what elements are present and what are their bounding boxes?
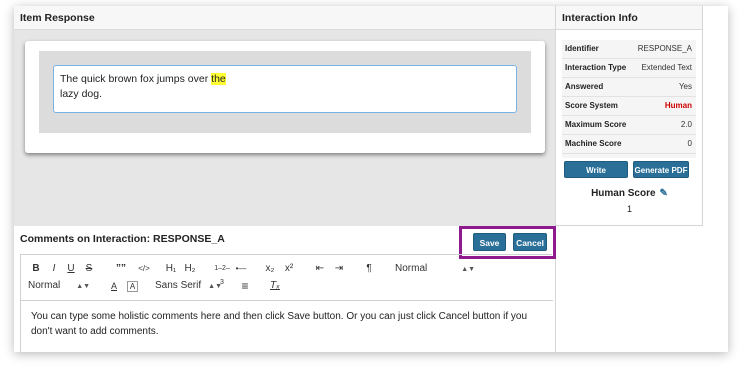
font-select-arrows-icon: ▲▼ bbox=[208, 283, 222, 290]
info-row-machine-score: Machine Score 0 bbox=[562, 135, 696, 154]
app-frame: Item Response The quick brown fox jumps … bbox=[14, 6, 728, 352]
background-color-button[interactable]: A bbox=[127, 281, 138, 292]
h2-button[interactable]: H₂ bbox=[183, 262, 197, 276]
font-select[interactable]: Sans Serif ▲▼ bbox=[155, 279, 229, 293]
response-card-inner: The quick brown fox jumps over the lazy … bbox=[39, 51, 531, 133]
info-row-identifier: Identifier RESPONSE_A bbox=[562, 40, 696, 59]
heading-select-value: Normal bbox=[28, 280, 61, 291]
comments-section: Comments on Interaction: RESPONSE_A Save… bbox=[14, 226, 556, 352]
info-label: Answered bbox=[565, 82, 604, 91]
info-row-maximum-score: Maximum Score 2.0 bbox=[562, 116, 696, 135]
save-button[interactable]: Save bbox=[473, 233, 506, 251]
human-score-value: 1 bbox=[626, 204, 632, 214]
superscript-button[interactable]: x² bbox=[283, 262, 295, 276]
comments-title: Comments on Interaction: RESPONSE_A bbox=[20, 233, 225, 245]
interaction-info-panel: Interaction Info Identifier RESPONSE_A I… bbox=[556, 6, 703, 226]
font-select-value: Sans Serif bbox=[155, 280, 202, 291]
response-text-line2: lazy dog. bbox=[60, 88, 103, 100]
info-label: Identifier bbox=[565, 44, 599, 53]
response-area: The quick brown fox jumps over the lazy … bbox=[14, 30, 555, 226]
quote-button[interactable]: ”” bbox=[114, 262, 128, 276]
response-text-line1: The quick brown fox jumps over bbox=[60, 73, 212, 85]
human-score-label: Human Score ✎ bbox=[556, 184, 703, 204]
info-label: Maximum Score bbox=[565, 120, 627, 129]
align-button[interactable]: ≡ bbox=[239, 279, 251, 293]
code-button[interactable]: </> bbox=[135, 262, 153, 276]
clean-format-button[interactable]: Tₓ bbox=[268, 279, 282, 293]
size-select-arrows-icon: ▲▼ bbox=[461, 266, 476, 273]
info-row-score-system: Score System Human bbox=[562, 97, 696, 116]
ordered-list-button[interactable]: 1–2–3 bbox=[214, 262, 230, 286]
info-label: Score System bbox=[565, 101, 618, 110]
editor-toolbar: B I U S ”” </> H₁ H₂ 1–2–3 •— x₂ x² ⇤ ⇥ … bbox=[21, 255, 553, 301]
rtl-button[interactable]: ¶ bbox=[363, 262, 375, 276]
cancel-button[interactable]: Cancel bbox=[513, 233, 547, 251]
h1-button[interactable]: H₁ bbox=[164, 262, 178, 276]
bold-button[interactable]: B bbox=[31, 262, 41, 276]
info-row-interaction-type: Interaction Type Extended Text bbox=[562, 59, 696, 78]
heading-select-arrows-icon: ▲▼ bbox=[76, 283, 91, 290]
info-value: Yes bbox=[678, 82, 692, 91]
response-card: The quick brown fox jumps over the lazy … bbox=[25, 41, 545, 153]
response-text-highlight: the bbox=[211, 73, 226, 85]
info-value: 2.0 bbox=[680, 120, 692, 129]
outdent-button[interactable]: ⇤ bbox=[314, 262, 326, 276]
comment-text-area[interactable]: You can type some holistic comments here… bbox=[31, 309, 536, 339]
info-value: Extended Text bbox=[641, 63, 692, 72]
size-select-value: Normal bbox=[395, 263, 428, 274]
info-row-answered: Answered Yes bbox=[562, 78, 696, 97]
italic-button[interactable]: I bbox=[49, 262, 59, 276]
underline-button[interactable]: U bbox=[66, 262, 76, 276]
text-color-button[interactable]: A bbox=[109, 279, 119, 293]
indent-button[interactable]: ⇥ bbox=[333, 262, 345, 276]
info-value: 0 bbox=[687, 139, 692, 148]
item-response-header: Item Response bbox=[14, 6, 555, 30]
strike-button[interactable]: S bbox=[84, 262, 94, 276]
human-score-box: Human Score ✎ 1 bbox=[556, 184, 703, 226]
generate-pdf-button[interactable]: Generate PDF bbox=[633, 161, 689, 178]
comment-editor: B I U S ”” </> H₁ H₂ 1–2–3 •— x₂ x² ⇤ ⇥ … bbox=[20, 254, 553, 352]
info-value: Human bbox=[664, 101, 692, 110]
info-label: Interaction Type bbox=[565, 63, 627, 72]
write-comments-button[interactable]: Write Comments bbox=[564, 161, 628, 192]
interaction-action-buttons: Write Comments Generate PDF bbox=[564, 161, 704, 192]
bullet-list-button[interactable]: •— bbox=[233, 262, 249, 276]
item-response-panel: Item Response The quick brown fox jumps … bbox=[14, 6, 556, 352]
interaction-info-table: Identifier RESPONSE_A Interaction Type E… bbox=[562, 40, 696, 158]
human-score-label-text: Human Score bbox=[591, 188, 656, 199]
heading-select[interactable]: Normal ▲▼ bbox=[28, 279, 91, 293]
info-label: Machine Score bbox=[565, 139, 622, 148]
pencil-icon[interactable]: ✎ bbox=[660, 184, 668, 204]
response-text-field[interactable]: The quick brown fox jumps over the lazy … bbox=[53, 65, 517, 113]
subscript-button[interactable]: x₂ bbox=[264, 262, 276, 276]
interaction-info-header: Interaction Info bbox=[556, 6, 702, 30]
size-select[interactable]: Normal ▲▼ bbox=[395, 262, 475, 276]
info-value: RESPONSE_A bbox=[637, 44, 692, 53]
